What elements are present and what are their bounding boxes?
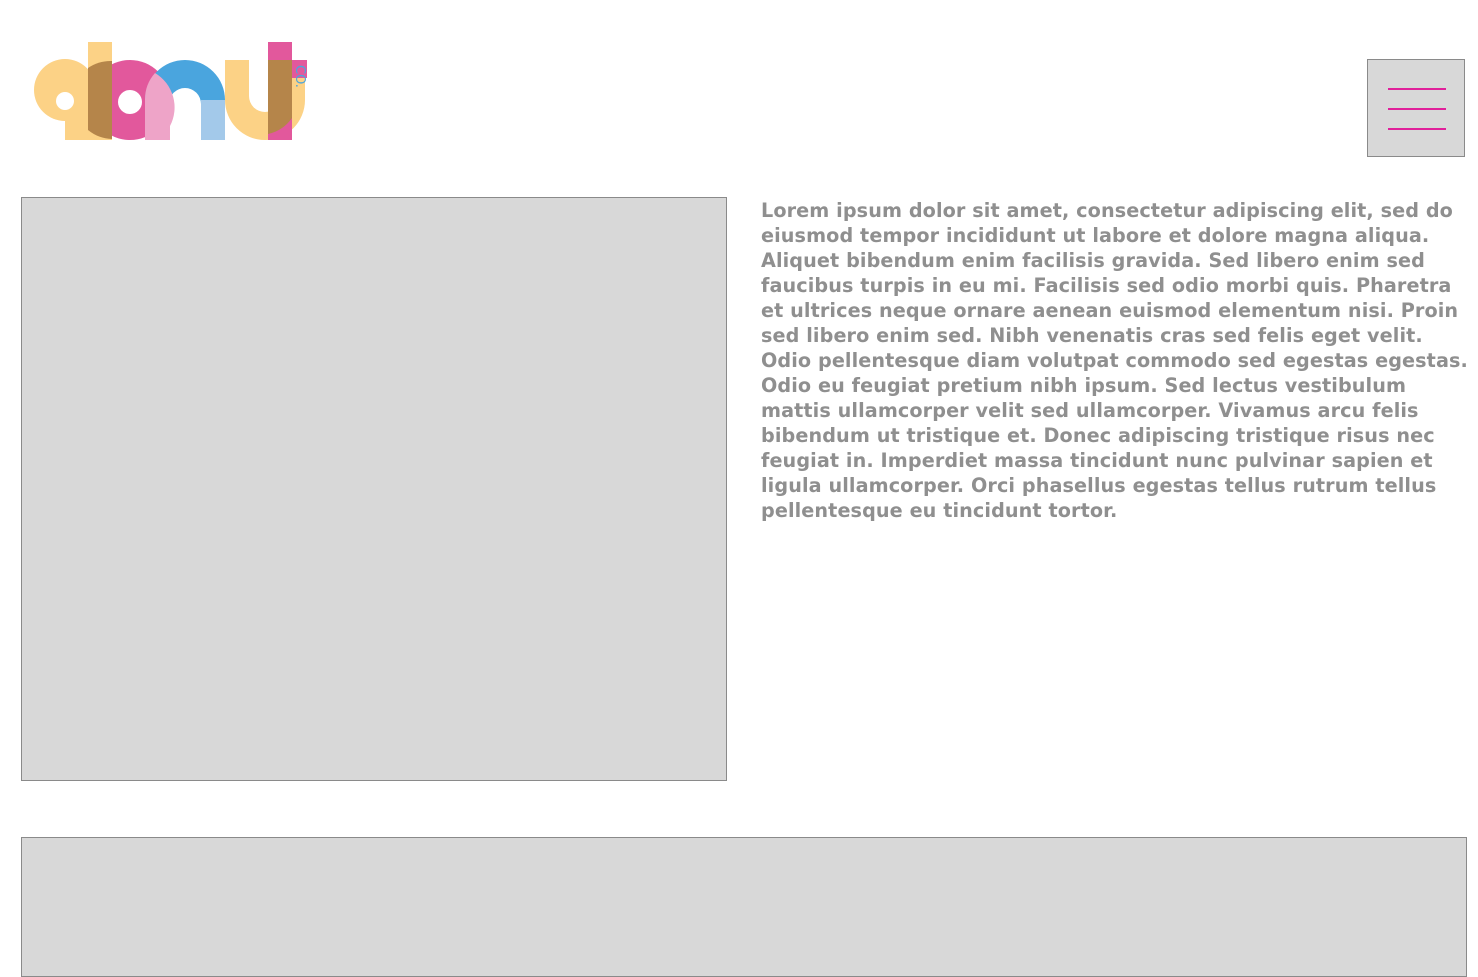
description-text: Lorem ipsum dolor sit amet, consectetur … [761, 199, 1468, 522]
hamburger-menu-icon [1388, 88, 1446, 90]
hamburger-menu-icon-line [1388, 128, 1446, 130]
hamburger-menu-icon-line [1388, 108, 1446, 110]
logo-co-text: CO. [292, 65, 307, 88]
banner-image-placeholder [21, 837, 1467, 977]
hero-image-placeholder [21, 197, 727, 781]
donut-co-logo[interactable]: CO. [30, 38, 330, 146]
hamburger-menu-button[interactable] [1367, 59, 1465, 157]
